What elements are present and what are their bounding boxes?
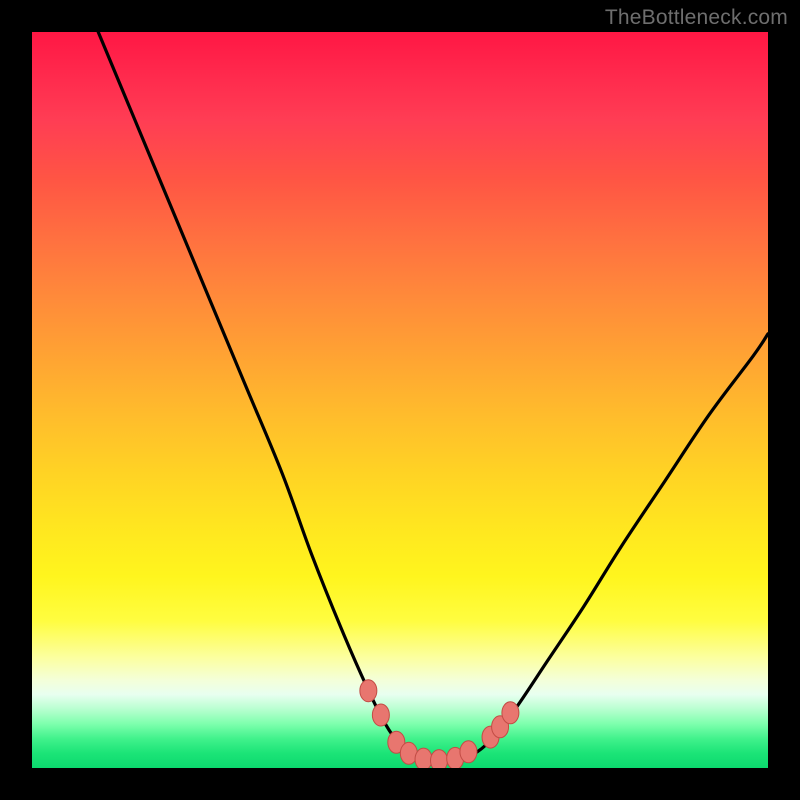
curve-marker [431, 750, 448, 768]
curve-marker [372, 704, 389, 726]
bottleneck-curve [98, 32, 768, 761]
curve-layer [32, 32, 768, 768]
curve-marker [360, 680, 377, 702]
plot-area [32, 32, 768, 768]
curve-marker [460, 741, 477, 763]
watermark-text: TheBottleneck.com [605, 6, 788, 30]
curve-marker [502, 702, 519, 724]
curve-marker [415, 748, 432, 768]
outer-frame: TheBottleneck.com [0, 0, 800, 800]
curve-markers [360, 680, 519, 768]
